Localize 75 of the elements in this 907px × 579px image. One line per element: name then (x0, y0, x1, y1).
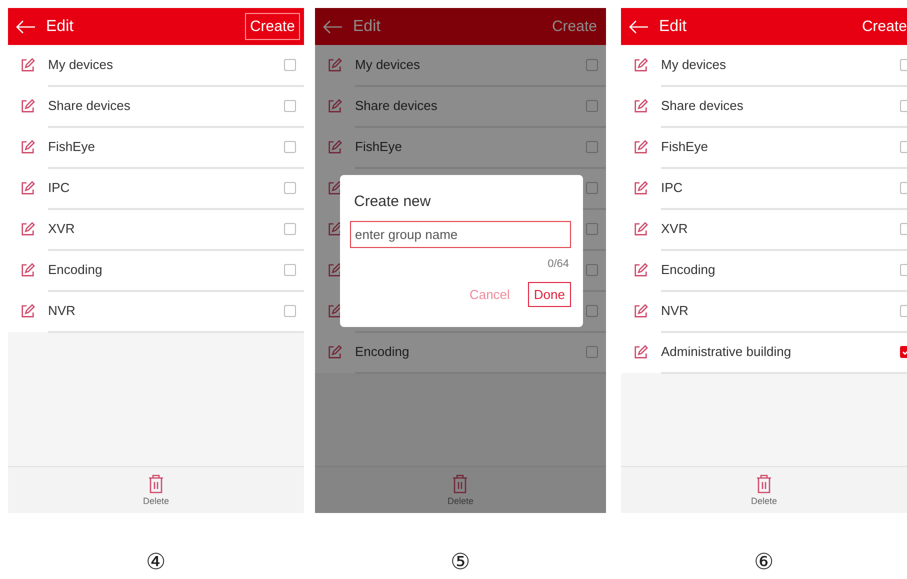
edit-icon[interactable] (20, 263, 35, 278)
step-number: ④ (146, 549, 166, 575)
edit-icon[interactable] (20, 181, 35, 196)
checkbox[interactable] (284, 304, 296, 316)
create-button[interactable]: Create (546, 13, 602, 40)
edit-icon[interactable] (20, 99, 35, 114)
edit-icon[interactable] (633, 304, 648, 319)
edit-icon[interactable] (327, 222, 342, 237)
checkbox[interactable] (284, 264, 296, 276)
screen-title: Edit (659, 18, 688, 36)
edit-icon[interactable] (20, 58, 35, 73)
back-arrow-icon[interactable] (16, 20, 36, 34)
create-button[interactable]: Create (244, 13, 300, 40)
edit-icon[interactable] (633, 181, 648, 196)
edit-icon[interactable] (327, 304, 342, 319)
group-name: Share devices (661, 98, 744, 113)
back-arrow-icon[interactable] (323, 20, 343, 34)
edit-icon[interactable] (633, 140, 648, 155)
group-name: IPC (661, 180, 684, 195)
group-name: IPC (48, 180, 71, 195)
edit-icon[interactable] (327, 263, 342, 278)
edit-icon[interactable] (327, 181, 342, 196)
checkbox[interactable] (586, 58, 598, 70)
checkbox[interactable] (284, 222, 296, 234)
group-name: My devices (48, 57, 114, 72)
trash-icon (756, 474, 772, 494)
group-name: XVR (48, 221, 76, 236)
group-name: Encoding (48, 262, 104, 277)
checkbox[interactable] (284, 100, 296, 112)
group-name: FishEye (48, 139, 96, 154)
back-arrow-icon[interactable] (629, 20, 649, 34)
group-name: XVR (661, 221, 689, 236)
edit-icon[interactable] (633, 263, 648, 278)
create-button[interactable]: Create (856, 13, 907, 40)
step-number: ⑥ (754, 549, 774, 575)
edit-icon[interactable] (633, 99, 648, 114)
checkbox[interactable] (586, 264, 598, 276)
screen-title: Edit (353, 18, 382, 36)
dialog-title: Create new (354, 193, 432, 210)
edit-icon[interactable] (633, 345, 648, 360)
checkbox[interactable] (284, 140, 296, 152)
checkbox[interactable] (586, 140, 598, 152)
group-name: FishEye (661, 139, 709, 154)
checkbox[interactable] (586, 222, 598, 234)
edit-icon[interactable] (20, 304, 35, 319)
checkbox[interactable] (586, 304, 598, 316)
group-name: NVR (661, 303, 690, 318)
group-name: Administrative building (661, 344, 792, 359)
group-name: FishEye (355, 139, 403, 154)
edit-icon[interactable] (633, 58, 648, 73)
group-name: NVR (48, 303, 76, 318)
group-name: My devices (661, 57, 728, 72)
group-name: Share devices (355, 98, 438, 113)
edit-icon[interactable] (20, 140, 35, 155)
group-name: Share devices (48, 98, 132, 113)
delete-button[interactable]: Delete (750, 474, 777, 506)
edit-icon[interactable] (633, 222, 648, 237)
character-counter: 0/64 (548, 258, 569, 270)
delete-button[interactable]: Delete (142, 474, 169, 506)
trash-icon (148, 474, 164, 494)
checkbox[interactable] (586, 182, 598, 194)
group-name: Encoding (355, 344, 410, 359)
edit-icon[interactable] (20, 222, 35, 237)
group-name: My devices (355, 57, 422, 72)
checkbox[interactable] (284, 182, 296, 194)
screen-title: Edit (46, 18, 75, 36)
checkbox[interactable] (586, 100, 598, 112)
checkbox[interactable] (284, 58, 296, 70)
checkbox[interactable] (586, 346, 598, 358)
done-button[interactable]: Done (528, 282, 571, 307)
delete-button[interactable]: Delete (447, 474, 474, 506)
step-number: ⑤ (450, 549, 470, 575)
group-name-field[interactable]: enter group name (350, 221, 571, 248)
group-name: Encoding (661, 262, 716, 277)
trash-icon (452, 474, 468, 494)
